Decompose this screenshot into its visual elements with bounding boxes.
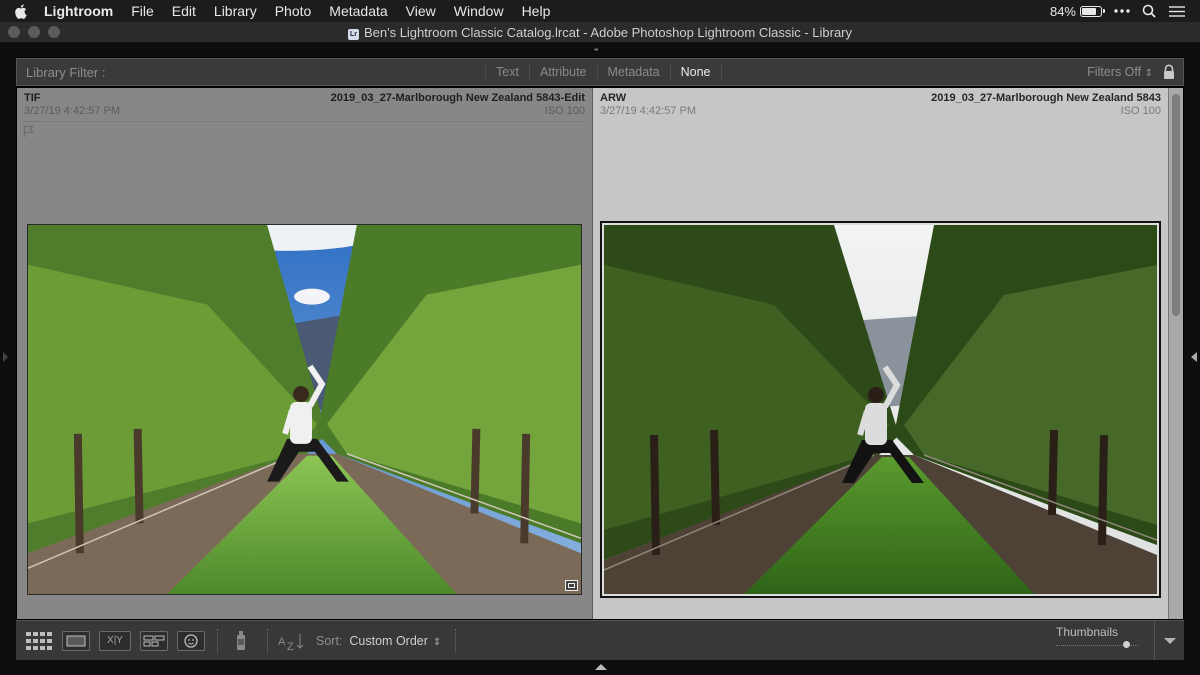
zoom-window-button[interactable] [48,26,60,38]
candidate-metadata: ARW 2019_03_27-Marlborough New Zealand 5… [600,92,1161,118]
vertical-scrollbar[interactable] [1168,88,1183,619]
select-iso: ISO 100 [544,105,585,117]
window-titlebar: Lr Ben's Lightroom Classic Catalog.lrcat … [0,22,1200,43]
scrollbar-thumb[interactable] [1172,94,1180,316]
toolbar-divider [455,628,457,653]
loupe-view-button[interactable] [62,630,90,651]
filter-tabs: Text Attribute Metadata None [485,59,722,85]
thumbnails-control: Thumbnails [1056,625,1146,648]
flag-icon[interactable] [23,125,35,138]
candidate-iso: ISO 100 [1120,105,1161,117]
select-pane[interactable]: TIF 2019_03_27-Marlborough New Zealand 5… [17,88,592,619]
menu-bar: Lightroom File Edit Library Photo Metada… [0,0,1200,22]
select-file-format: TIF [24,92,41,104]
sort-label: Sort: [316,633,343,648]
menu-view[interactable]: View [397,0,445,22]
menu-library[interactable]: Library [205,0,266,22]
toolbar-divider [217,628,218,653]
vineyard-photo-original [604,225,1157,594]
left-panel-toggle[interactable] [0,57,16,662]
thumbnails-label: Thumbnails [1056,625,1119,639]
filter-tab-metadata[interactable]: Metadata [596,65,670,79]
right-panel-toggle[interactable] [1184,57,1200,662]
select-metadata: TIF 2019_03_27-Marlborough New Zealand 5… [24,92,585,118]
vineyard-photo-edited [28,225,581,594]
minimize-window-button[interactable] [28,26,40,38]
compare-view-icon: X|Y [107,635,123,646]
select-filename: 2019_03_27-Marlborough New Zealand 5843-… [330,92,585,104]
expand-left-icon [3,352,8,362]
candidate-filename: 2019_03_27-Marlborough New Zealand 5843 [931,92,1161,104]
select-photo[interactable] [27,224,582,595]
svg-text:Z: Z [287,641,294,651]
menu-edit[interactable]: Edit [163,0,205,22]
painter-button[interactable] [227,630,255,651]
candidate-photo[interactable] [604,225,1157,594]
expand-filmstrip-icon [595,664,607,670]
library-filter-label: Library Filter : [26,64,106,80]
filter-tabs-end-divider [720,65,722,79]
toolbar-divider [267,628,268,653]
control-center-icon[interactable] [1168,5,1186,18]
thumbnails-slider[interactable] [1056,641,1138,648]
candidate-pane[interactable]: ARW 2019_03_27-Marlborough New Zealand 5… [593,88,1168,619]
close-window-button[interactable] [8,26,20,38]
loupe-view-icon [66,635,86,646]
menu-help[interactable]: Help [513,0,560,22]
battery-status[interactable]: 84% [1049,3,1105,19]
panel-drag-handle-icon: ▪▪▪ [594,45,598,54]
menu-photo[interactable]: Photo [266,0,321,22]
grid-view-button[interactable] [25,631,53,651]
people-view-button[interactable] [177,630,205,651]
compare-view-button[interactable]: X|Y [99,630,131,651]
toolbar-options-button[interactable] [1154,621,1184,661]
apple-icon[interactable] [0,3,40,19]
menu-window[interactable]: Window [445,0,513,22]
menu-file[interactable]: File [122,0,163,22]
menu-metadata[interactable]: Metadata [320,0,396,22]
candidate-file-format: ARW [600,92,627,104]
updown-arrows-icon: ⇕ [1144,68,1153,79]
updown-arrows-icon: ⇕ [432,636,442,648]
battery-percent: 84% [1049,3,1076,19]
window-title-text: Ben's Lightroom Classic Catalog.lrcat - … [363,24,853,40]
window-title: Lr Ben's Lightroom Classic Catalog.lrcat … [0,22,1200,43]
catalog-icon: Lr [347,28,359,40]
sort-value: Custom Order [349,633,428,648]
expand-right-icon [1191,352,1197,362]
sort-direction-icon[interactable]: AZ [278,631,308,651]
filter-tab-text[interactable]: Text [485,65,529,79]
edited-badge-icon [565,580,578,591]
select-capture-time: 3/27/19 4:42:57 PM [24,105,121,117]
more-icon[interactable] [1114,8,1130,14]
menu-app-name[interactable]: Lightroom [40,0,122,22]
filter-tab-none[interactable]: None [669,65,721,79]
battery-charging-icon [1080,5,1105,17]
filter-presets-dropdown[interactable]: Filters Off ⇕ [1087,65,1153,79]
filter-tab-attribute[interactable]: Attribute [528,65,597,79]
search-icon[interactable] [1142,4,1156,18]
grid-view-icon [26,631,52,650]
thumbnails-slider-knob[interactable] [1123,641,1130,648]
candidate-capture-time: 3/27/19 4:42:57 PM [600,105,697,117]
top-panel-toggle[interactable]: ▪▪▪ [0,43,1200,57]
window-controls [0,26,60,38]
svg-text:A: A [278,636,286,648]
bottom-toolbar: X|Y AZ Sort: Custom Order ⇕ Thumbnails [16,620,1184,661]
painter-icon [237,630,245,650]
people-view-icon [184,633,198,648]
sort-dropdown[interactable]: Custom Order ⇕ [349,634,441,648]
library-filter-bar: Library Filter : Text Attribute Metadata… [16,58,1184,86]
bottom-panel-toggle[interactable] [0,660,1200,675]
chevron-down-icon [1163,638,1176,644]
survey-view-icon [143,635,165,646]
lock-icon[interactable] [1162,64,1176,80]
filter-presets-value: Filters Off [1087,65,1142,79]
survey-view-button[interactable] [140,630,168,651]
metadata-divider [23,121,582,122]
